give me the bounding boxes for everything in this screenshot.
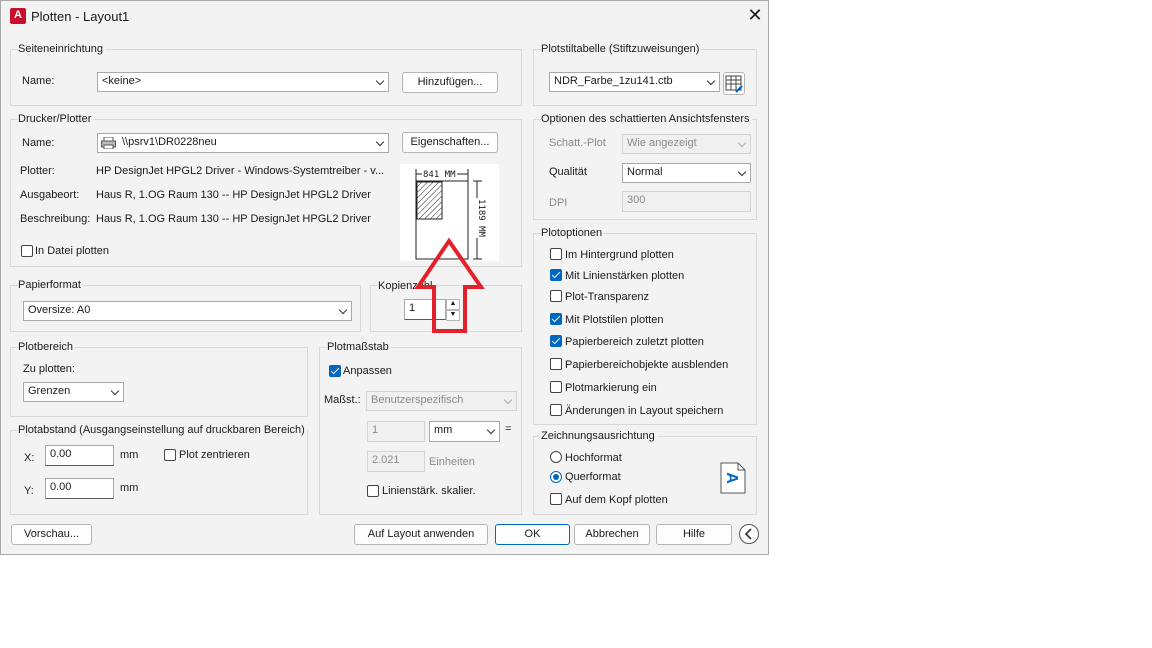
plot-with-styles-label: Mit Plotstilen plotten	[565, 314, 664, 326]
plot-in-background-label: Im Hintergrund plotten	[565, 249, 674, 261]
quality-select[interactable]: Normal	[622, 163, 751, 183]
scale-units-input[interactable]: 2.021	[367, 451, 425, 472]
upside-down-label: Auf dem Kopf plotten	[565, 494, 668, 506]
offset-x-unit: mm	[120, 449, 139, 461]
plot-to-file-label: In Datei plotten	[35, 245, 109, 257]
autocad-app-icon: A	[10, 8, 26, 24]
scale-unit-select[interactable]: mm	[429, 421, 500, 442]
shade-plot-select[interactable]: Wie angezeigt	[622, 134, 751, 154]
paper-height-dimension: 1189 MM	[476, 198, 486, 238]
ok-button[interactable]: OK	[495, 524, 570, 545]
scale-select[interactable]: Benutzerspezifisch	[366, 391, 517, 411]
printer-icon	[101, 136, 116, 150]
dpi-label: DPI	[549, 197, 568, 209]
plot-area-title: Plotbereich	[18, 341, 76, 353]
plot-stamp-checkbox[interactable]	[550, 381, 562, 393]
printer-title: Drucker/Plotter	[18, 113, 94, 125]
fit-to-paper-label: Anpassen	[343, 365, 392, 377]
landscape-label: Querformat	[565, 471, 621, 483]
what-to-plot-select[interactable]: Grenzen	[23, 382, 124, 402]
plotter-value: HP DesignJet HPGL2 Driver - Windows-Syst…	[96, 165, 385, 177]
description-value: Haus R, 1.OG Raum 130 -- HP DesignJet HP…	[96, 213, 371, 225]
plot-to-file-checkbox[interactable]	[21, 245, 33, 257]
save-changes-label: Änderungen in Layout speichern	[565, 405, 724, 417]
location-label: Ausgabeort:	[20, 189, 80, 201]
offset-x-input[interactable]: 0.00	[45, 445, 114, 466]
printer-name-value: \\psrv1\DR0228neu	[122, 136, 217, 148]
center-plot-checkbox[interactable]	[164, 449, 176, 461]
printer-properties-button[interactable]: Eigenschaften...	[402, 132, 498, 153]
window-title: Plotten - Layout1	[31, 9, 130, 24]
preview-button[interactable]: Vorschau...	[11, 524, 92, 545]
quality-label: Qualität	[549, 166, 587, 178]
center-plot-label: Plot zentrieren	[179, 449, 250, 461]
plot-options-group	[533, 233, 757, 425]
orientation-preview-letter: A	[722, 472, 740, 484]
orientation-preview-icon: A	[720, 462, 746, 494]
page-setup-name-select[interactable]: <keine>	[97, 72, 389, 92]
plot-paperspace-last-label: Papierbereich zuletzt plotten	[565, 336, 704, 348]
offset-y-input[interactable]: 0.00	[45, 478, 114, 499]
cancel-button[interactable]: Abbrechen	[574, 524, 650, 545]
orientation-title: Zeichnungsausrichtung	[541, 430, 657, 442]
location-value: Haus R, 1.OG Raum 130 -- HP DesignJet HP…	[96, 189, 371, 201]
dpi-input[interactable]: 300	[622, 191, 751, 212]
paper-size-title: Papierformat	[18, 279, 83, 291]
paper-size-select[interactable]: Oversize: A0	[23, 301, 352, 321]
units-label: Einheiten	[429, 456, 475, 468]
collapse-options-button[interactable]	[739, 524, 759, 544]
plot-transparency-label: Plot-Transparenz	[565, 291, 649, 303]
offset-y-label: Y:	[24, 485, 34, 497]
plot-lineweights-label: Mit Linienstärken plotten	[565, 270, 685, 282]
plot-scale-title: Plotmaßstab	[327, 341, 391, 353]
equals-sign: =	[505, 423, 512, 435]
chevron-left-icon	[744, 528, 752, 540]
printer-name-label: Name:	[22, 137, 55, 149]
scale-label: Maßst.:	[324, 394, 361, 406]
upside-down-checkbox[interactable]	[550, 493, 562, 505]
close-icon[interactable]: ✕	[743, 4, 767, 28]
page-setup-title: Seiteneinrichtung	[18, 43, 106, 55]
fit-to-paper-checkbox[interactable]	[329, 365, 341, 377]
offset-y-unit: mm	[120, 482, 139, 494]
what-to-plot-label: Zu plotten:	[23, 363, 75, 375]
plot-offset-group	[10, 430, 308, 515]
landscape-radio[interactable]	[550, 471, 562, 483]
scale-lineweights-checkbox[interactable]	[367, 485, 379, 497]
title-bar: A Plotten - Layout1 ✕	[1, 1, 768, 32]
add-page-setup-button[interactable]: Hinzufügen...	[402, 72, 498, 93]
scale-lineweights-label: Linienstärk. skalier.	[382, 485, 476, 497]
plot-dialog: A Plotten - Layout1 ✕ Seiteneinrichtung …	[0, 0, 769, 555]
portrait-radio[interactable]	[550, 451, 562, 463]
help-button[interactable]: Hilfe	[656, 524, 732, 545]
save-changes-checkbox[interactable]	[550, 404, 562, 416]
plot-in-background-checkbox[interactable]	[550, 248, 562, 260]
portrait-label: Hochformat	[565, 452, 622, 464]
description-label: Beschreibung:	[20, 213, 91, 225]
plot-paperspace-last-checkbox[interactable]	[550, 335, 562, 347]
plot-style-select[interactable]: NDR_Farbe_1zu141.ctb	[549, 72, 720, 92]
shaded-viewport-title: Optionen des schattierten Ansichtsfenste…	[541, 113, 752, 125]
apply-to-layout-button[interactable]: Auf Layout anwenden	[354, 524, 488, 545]
printer-name-select[interactable]: \\psrv1\DR0228neu	[97, 133, 389, 153]
plot-with-styles-checkbox[interactable]	[550, 313, 562, 325]
offset-x-label: X:	[24, 452, 35, 464]
scale-value-input[interactable]: 1	[367, 421, 425, 442]
page-setup-name-label: Name:	[22, 75, 55, 87]
plot-stamp-label: Plotmarkierung ein	[565, 382, 657, 394]
edit-plot-style-button[interactable]	[723, 72, 745, 95]
plot-transparency-checkbox[interactable]	[550, 290, 562, 302]
plot-offset-title: Plotabstand (Ausgangseinstellung auf dru…	[18, 424, 307, 436]
plotter-label: Plotter:	[20, 165, 55, 177]
plot-style-edit-icon	[725, 75, 743, 93]
plot-style-title: Plotstiltabelle (Stiftzuweisungen)	[541, 43, 702, 55]
plot-lineweights-checkbox[interactable]	[550, 269, 562, 281]
hide-paperspace-objects-checkbox[interactable]	[550, 358, 562, 370]
plot-options-title: Plotoptionen	[541, 227, 605, 239]
paper-width-dimension: 841 MM	[422, 170, 457, 180]
annotation-arrow-up	[414, 237, 485, 333]
shade-plot-label: Schatt.-Plot	[549, 137, 606, 149]
hide-paperspace-objects-label: Papierbereichobjekte ausblenden	[565, 359, 729, 371]
